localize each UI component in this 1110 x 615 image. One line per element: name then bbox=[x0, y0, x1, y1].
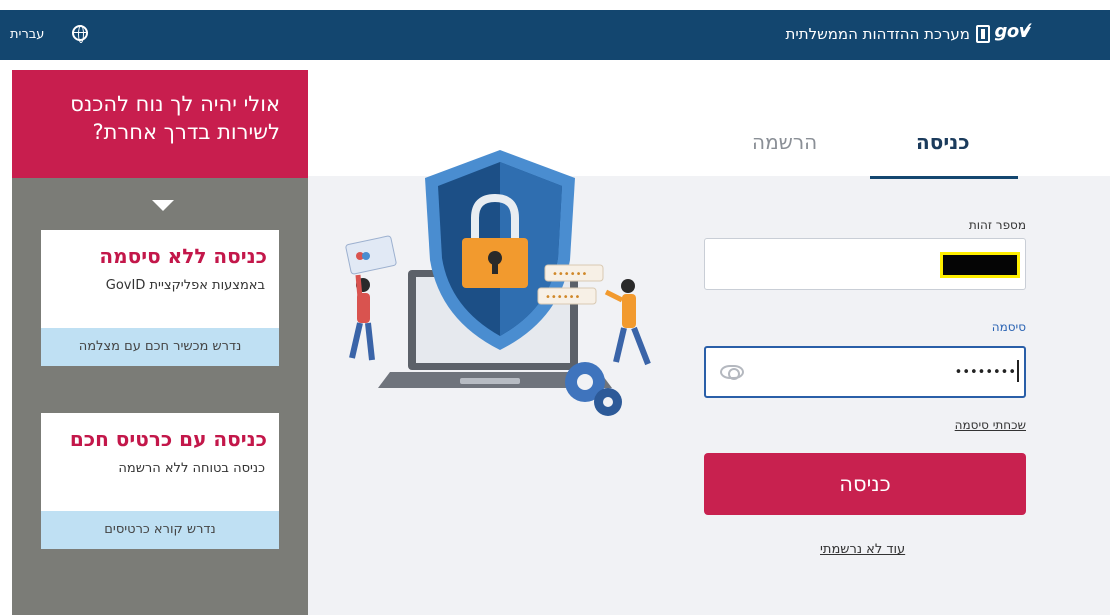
login-button[interactable]: כניסה bbox=[704, 453, 1026, 515]
id-number-input[interactable] bbox=[704, 238, 1026, 290]
eye-icon[interactable] bbox=[720, 365, 744, 380]
gears-icon bbox=[565, 362, 622, 416]
globe-icon[interactable] bbox=[72, 25, 88, 43]
credit-card-icon bbox=[345, 235, 397, 275]
card-subtitle: באמצעות אפליקציית GovID bbox=[105, 278, 265, 293]
gov-logo[interactable]: gov bbox=[995, 21, 1031, 42]
card-requirement: נדרש קורא כרטיסים bbox=[41, 511, 279, 549]
smart-card-login-card[interactable]: כניסה עם כרטיס חכם כניסה בטוחה ללא הרשמה… bbox=[41, 413, 279, 549]
redacted-id-value bbox=[943, 255, 1017, 275]
svg-text:••••••: •••••• bbox=[545, 292, 580, 303]
text-caret bbox=[1017, 360, 1019, 382]
card-subtitle: כניסה בטוחה ללא הרשמה bbox=[118, 461, 265, 476]
person-right-icon bbox=[604, 279, 651, 366]
tab-register[interactable]: הרשמה bbox=[752, 130, 817, 154]
alternative-login-header: אולי יהיה לך נוח להכנס לשירות בדרך אחרת? bbox=[12, 70, 308, 178]
arrow-down-icon bbox=[152, 200, 174, 211]
not-registered-link[interactable]: עוד לא נרשמתי bbox=[820, 542, 905, 557]
system-title: מערכת ההזדהות הממשלתית bbox=[785, 25, 971, 43]
person-left-icon bbox=[349, 274, 375, 361]
passwordless-login-card[interactable]: כניסה ללא סיסמה באמצעות אפליקציית GovID … bbox=[41, 230, 279, 366]
state-emblem-icon bbox=[976, 25, 990, 43]
card-title: כניסה עם כרטיס חכם bbox=[69, 427, 267, 451]
svg-text:••••••: •••••• bbox=[552, 269, 587, 280]
tab-login[interactable]: כניסה bbox=[916, 130, 970, 154]
language-selector[interactable]: עברית bbox=[10, 27, 44, 42]
forgot-password-link[interactable]: שכחתי סיסמה bbox=[955, 418, 1026, 432]
alternative-login-panel: אולי יהיה לך נוח להכנס לשירות בדרך אחרת?… bbox=[12, 70, 308, 615]
card-requirement: נדרש מכשיר חכם עם מצלמה bbox=[41, 328, 279, 366]
password-value: •••••••• bbox=[954, 365, 1016, 380]
security-illustration: •••••• •••••• bbox=[345, 150, 651, 416]
card-title: כניסה ללא סיסמה bbox=[99, 244, 267, 268]
id-number-label: מספר זהות bbox=[968, 218, 1026, 232]
top-bar: ✓ gov מערכת ההזדהות הממשלתית עברית bbox=[0, 10, 1110, 60]
password-input[interactable]: •••••••• bbox=[704, 346, 1026, 398]
password-label: סיסמה bbox=[991, 320, 1026, 334]
active-tab-indicator bbox=[870, 176, 1018, 179]
